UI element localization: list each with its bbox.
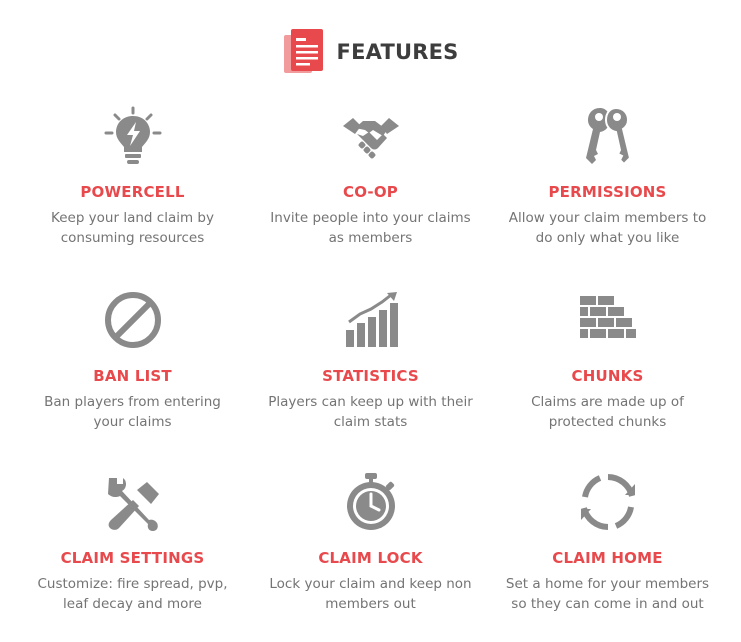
feature-co-op: CO-OP Invite people into your claims as … [247, 106, 494, 248]
feature-title: CLAIM SETTINGS [60, 549, 205, 567]
feature-powercell: POWERCELL Keep your land claim by consum… [9, 106, 256, 248]
feature-description: Ban players from entering your claims [44, 394, 221, 430]
feature-title: PERMISSIONS [548, 183, 667, 201]
page-title: FEATURES [336, 40, 459, 64]
feature-ban-list: BAN LIST Ban players from entering your … [9, 290, 256, 432]
tools-icon [107, 478, 159, 531]
feature-chunks: CHUNKS Claims are made up of protected c… [484, 290, 731, 432]
brick-wall-icon [579, 296, 636, 338]
feature-claim-home: CLAIM HOME Set a home for your members s… [484, 472, 731, 614]
feature-description: Claims are made up of protected chunks [531, 394, 684, 430]
feature-description: Lock your claim and keep non members out [269, 576, 472, 612]
feature-title: STATISTICS [322, 367, 419, 385]
lightbulb-icon [104, 106, 161, 164]
ban-icon [104, 292, 161, 348]
stopwatch-icon [346, 473, 395, 530]
feature-title: BAN LIST [93, 367, 172, 385]
feature-title: POWERCELL [80, 183, 185, 201]
feature-description: Invite people into your claims as member… [270, 210, 471, 246]
feature-description: Keep your land claim by consuming resour… [51, 210, 214, 246]
feature-title: CO-OP [342, 183, 398, 201]
feature-statistics: STATISTICS Players can keep up with thei… [247, 290, 494, 432]
feature-permissions: PERMISSIONS Allow your claim members to … [484, 106, 731, 248]
refresh-icon [580, 474, 635, 530]
feature-description: Customize: fire spread, pvp, leaf decay … [37, 576, 228, 612]
document-icon [283, 29, 323, 73]
feature-claim-lock: CLAIM LOCK Lock your claim and keep non … [247, 472, 494, 614]
bar-chart-icon [345, 292, 398, 347]
feature-description: Allow your claim members to do only what… [508, 210, 707, 246]
feature-description: Players can keep up with their claim sta… [268, 394, 473, 430]
keys-icon [585, 106, 631, 166]
feature-description: Set a home for your members so they can … [505, 576, 710, 612]
feature-title: CLAIM LOCK [318, 549, 423, 567]
feature-claim-settings: CLAIM SETTINGS Customize: fire spread, p… [9, 472, 256, 614]
feature-title: CHUNKS [571, 367, 644, 385]
features-header: FEATURES [0, 26, 741, 78]
feature-title: CLAIM HOME [552, 549, 663, 567]
handshake-icon [342, 118, 399, 159]
